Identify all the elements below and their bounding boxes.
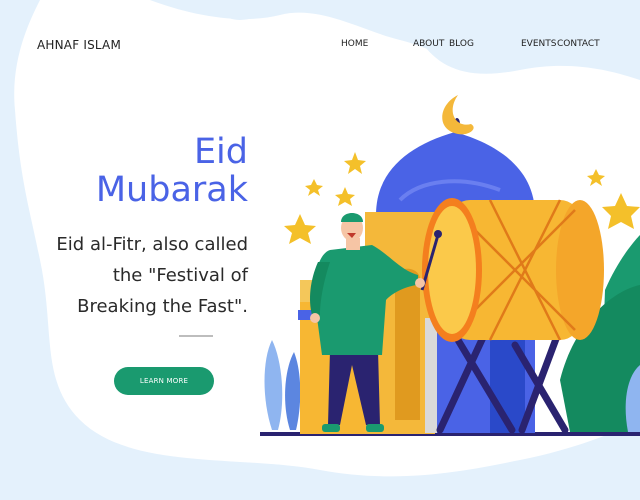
drum-icon [422, 198, 604, 342]
crescent-moon-icon [442, 95, 474, 135]
eid-illustration [260, 95, 640, 436]
leaf-icon [264, 340, 301, 430]
